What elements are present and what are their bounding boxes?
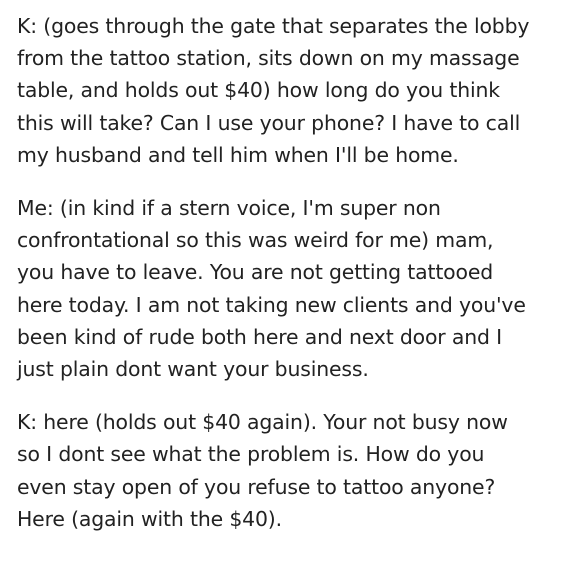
text-line: you have to leave. You are not getting t… (17, 260, 494, 285)
text-line: from the tattoo station, sits down on my… (17, 46, 520, 71)
text-line: table, and holds out $40) how long do yo… (17, 78, 500, 103)
paragraph-customer-arrives: K: (goes through the gate that separates… (17, 10, 562, 171)
paragraph-refusal: Me: (in kind if a stern voice, I'm super… (17, 192, 562, 385)
text-line: so I dont see what the problem is. How d… (17, 442, 485, 467)
text-line: here today. I am not taking new clients … (17, 292, 526, 317)
text-line: confrontational so this was weird for me… (17, 228, 494, 253)
text-line: been kind of rude both here and next doo… (17, 324, 502, 349)
text-line: my husband and tell him when I'll be hom… (17, 142, 459, 167)
post-text-page: K: (goes through the gate that separates… (0, 0, 574, 577)
text-line: K: (goes through the gate that separates… (17, 14, 530, 38)
text-line: just plain dont want your business. (17, 357, 369, 382)
text-line: this will take? Can I use your phone? I … (17, 110, 521, 135)
paragraph-customer-insists: K: here (holds out $40 again). Your not … (17, 406, 562, 535)
text-line: K: here (holds out $40 again). Your not … (17, 410, 508, 435)
text-line: Me: (in kind if a stern voice, I'm super… (17, 196, 441, 221)
text-line: Here (again with the $40). (17, 506, 282, 531)
text-line: even stay open of you refuse to tattoo a… (17, 474, 496, 499)
